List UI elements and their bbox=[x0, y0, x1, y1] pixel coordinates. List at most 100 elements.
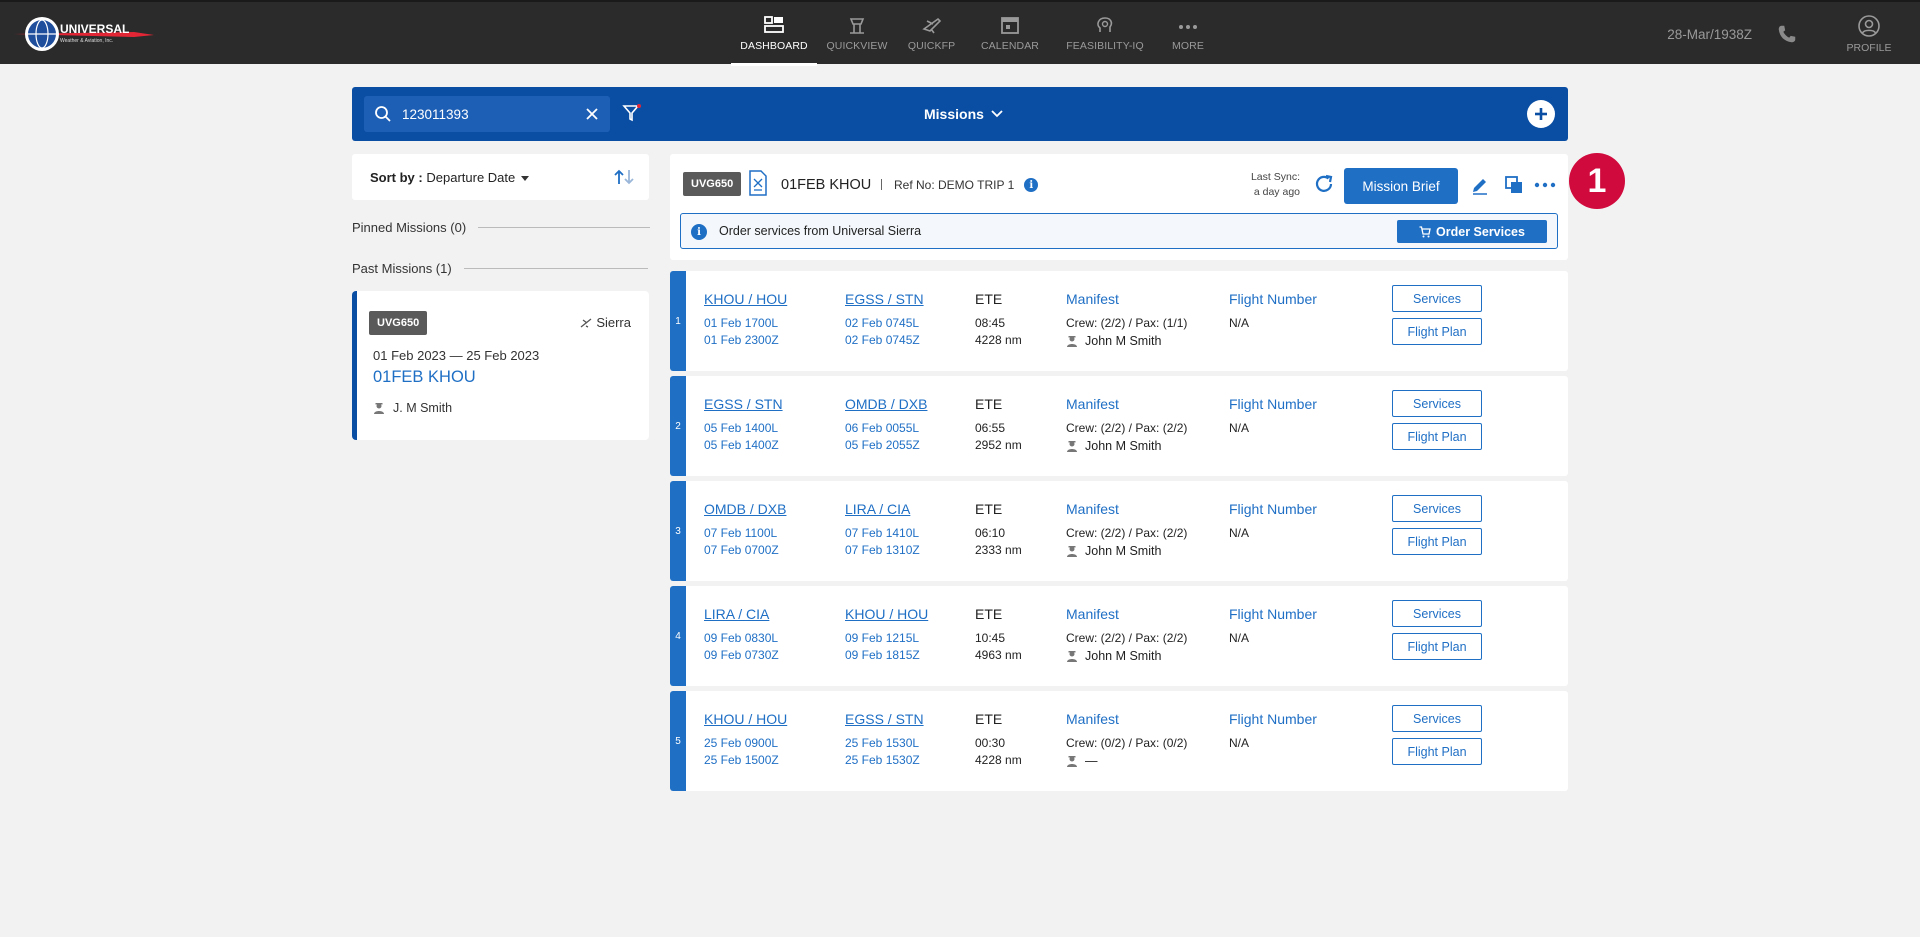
manifest-label[interactable]: Manifest bbox=[1066, 606, 1119, 622]
divider bbox=[463, 268, 648, 269]
nav-dashboard[interactable]: DASHBOARD bbox=[731, 2, 817, 66]
pilot-name: John M Smith bbox=[1085, 439, 1162, 453]
departure-local-time: 09 Feb 0830L bbox=[704, 631, 779, 645]
add-mission-button[interactable] bbox=[1527, 100, 1555, 128]
phone-icon[interactable] bbox=[1776, 23, 1798, 45]
flight-number-value: N/A bbox=[1229, 736, 1250, 750]
mission-card[interactable]: UVG650 Sierra 01 Feb 2023 — 25 Feb 2023 … bbox=[352, 291, 649, 440]
crew-pax-count: Crew: (2/2) / Pax: (2/2) bbox=[1066, 421, 1188, 435]
manifest-label[interactable]: Manifest bbox=[1066, 291, 1119, 307]
leg-row: 5 KHOU / HOU 25 Feb 0900L 25 Feb 1500Z EGSS … bbox=[670, 691, 1568, 791]
leg-row: 2 EGSS / STN 05 Feb 1400L 05 Feb 1400Z OMDB … bbox=[670, 376, 1568, 476]
flight-number-label: Flight Number bbox=[1229, 396, 1317, 412]
manifest-label[interactable]: Manifest bbox=[1066, 711, 1119, 727]
pilot-icon bbox=[1067, 651, 1077, 662]
arrival-local-time: 25 Feb 1530L bbox=[845, 736, 920, 750]
departure-airport-link[interactable]: KHOU / HOU bbox=[704, 711, 787, 727]
services-button[interactable]: Services bbox=[1392, 705, 1482, 732]
flight-plan-button[interactable]: Flight Plan bbox=[1392, 318, 1482, 345]
nav-calendar[interactable]: CALENDAR bbox=[966, 2, 1054, 66]
copy-icon[interactable] bbox=[1504, 175, 1524, 195]
arrival-zulu-time: 02 Feb 0745Z bbox=[845, 333, 920, 347]
flight-number-label: Flight Number bbox=[1229, 291, 1317, 307]
document-icon[interactable] bbox=[748, 170, 768, 196]
missions-dropdown[interactable]: Missions bbox=[924, 87, 1004, 141]
clear-search-icon[interactable] bbox=[584, 106, 600, 122]
more-options-icon[interactable] bbox=[1534, 180, 1556, 190]
missions-label: Missions bbox=[924, 106, 984, 122]
top-navbar: UNIVERSAL Weather & Aviation, Inc. DASHB… bbox=[0, 0, 1920, 66]
refresh-icon[interactable] bbox=[1313, 173, 1335, 195]
sync-label: Last Sync: bbox=[1250, 171, 1300, 183]
leg-number: 4 bbox=[670, 586, 686, 686]
services-button[interactable]: Services bbox=[1392, 495, 1482, 522]
edit-icon[interactable] bbox=[1470, 175, 1490, 195]
mission-brief-button[interactable]: Mission Brief bbox=[1344, 168, 1458, 204]
divider bbox=[478, 227, 651, 228]
search-box bbox=[364, 96, 610, 132]
departure-airport-link[interactable]: LIRA / CIA bbox=[704, 606, 769, 622]
nav-feasibility-iq[interactable]: FEASIBILITY-IQ bbox=[1054, 2, 1156, 66]
order-services-button[interactable]: Order Services bbox=[1397, 220, 1547, 243]
cart-icon bbox=[1419, 225, 1431, 237]
manifest-label[interactable]: Manifest bbox=[1066, 396, 1119, 412]
plane-icon bbox=[921, 17, 941, 34]
nav-quickview[interactable]: QUICKVIEW bbox=[817, 2, 897, 66]
arrival-local-time: 09 Feb 1215L bbox=[845, 631, 920, 645]
departure-airport-link[interactable]: OMDB / DXB bbox=[704, 501, 786, 517]
arrival-airport-link[interactable]: EGSS / STN bbox=[845, 291, 924, 307]
chevron-down-icon bbox=[991, 110, 1003, 118]
flight-plan-button[interactable]: Flight Plan bbox=[1392, 738, 1482, 765]
departure-airport-link[interactable]: KHOU / HOU bbox=[704, 291, 787, 307]
manifest-pilot: John M Smith bbox=[1066, 334, 1161, 348]
flight-plan-button[interactable]: Flight Plan bbox=[1392, 423, 1482, 450]
departure-zulu-time: 05 Feb 1400Z bbox=[704, 438, 779, 452]
nav-quickfp[interactable]: QUICKFP bbox=[897, 2, 966, 66]
leg-number: 3 bbox=[670, 481, 686, 581]
search-toolbar: Missions bbox=[352, 87, 1568, 141]
plus-icon bbox=[1535, 108, 1547, 120]
departure-local-time: 05 Feb 1400L bbox=[704, 421, 779, 435]
arrival-airport-link[interactable]: LIRA / CIA bbox=[845, 501, 910, 517]
calendar-icon bbox=[1001, 17, 1019, 34]
crew-pax-count: Crew: (2/2) / Pax: (2/2) bbox=[1066, 526, 1188, 540]
mission-title-link[interactable]: 01FEB KHOU bbox=[373, 368, 476, 387]
departure-local-time: 25 Feb 0900L bbox=[704, 736, 779, 750]
services-button[interactable]: Services bbox=[1392, 390, 1482, 417]
brain-icon bbox=[1097, 17, 1113, 32]
ete-label: ETE bbox=[975, 396, 1003, 412]
arrival-zulu-time: 09 Feb 1815Z bbox=[845, 648, 920, 662]
arrival-local-time: 06 Feb 0055L bbox=[845, 421, 920, 435]
manifest-label[interactable]: Manifest bbox=[1066, 501, 1119, 517]
nav-more[interactable]: MORE bbox=[1156, 2, 1220, 66]
sort-dropdown[interactable]: Sort by : Departure Date bbox=[370, 170, 530, 185]
arrival-airport-link[interactable]: KHOU / HOU bbox=[845, 606, 928, 622]
flight-number-value: N/A bbox=[1229, 631, 1250, 645]
manifest-pilot: John M Smith bbox=[1066, 544, 1161, 558]
nav-label: QUICKVIEW bbox=[826, 40, 888, 52]
info-icon[interactable]: i bbox=[1024, 178, 1039, 192]
ete-label: ETE bbox=[975, 711, 1003, 727]
arrival-zulu-time: 07 Feb 1310Z bbox=[845, 543, 920, 557]
services-button[interactable]: Services bbox=[1392, 285, 1482, 312]
universal-logo[interactable]: UNIVERSAL Weather & Aviation, Inc. bbox=[14, 15, 162, 53]
flight-number-value: N/A bbox=[1229, 421, 1250, 435]
pilot-name: John M Smith bbox=[1085, 544, 1162, 558]
leg-number: 5 bbox=[670, 691, 686, 791]
search-input[interactable] bbox=[402, 96, 577, 132]
ete-value: 06:55 bbox=[975, 421, 1006, 435]
services-button[interactable]: Services bbox=[1392, 600, 1482, 627]
filter-icon[interactable] bbox=[621, 102, 643, 124]
tower-icon bbox=[849, 18, 865, 34]
departure-airport-link[interactable]: EGSS / STN bbox=[704, 396, 783, 412]
arrival-airport-link[interactable]: EGSS / STN bbox=[845, 711, 924, 727]
sort-order-icon[interactable] bbox=[613, 168, 635, 186]
reference-number: Ref No: DEMO TRIP 1 i bbox=[894, 178, 1039, 192]
profile-button[interactable]: PROFILE bbox=[1830, 14, 1908, 54]
departure-local-time: 01 Feb 1700L bbox=[704, 316, 779, 330]
sort-value: Departure Date bbox=[426, 170, 516, 185]
arrival-airport-link[interactable]: OMDB / DXB bbox=[845, 396, 927, 412]
flight-plan-button[interactable]: Flight Plan bbox=[1392, 633, 1482, 660]
flight-number-label: Flight Number bbox=[1229, 501, 1317, 517]
flight-plan-button[interactable]: Flight Plan bbox=[1392, 528, 1482, 555]
